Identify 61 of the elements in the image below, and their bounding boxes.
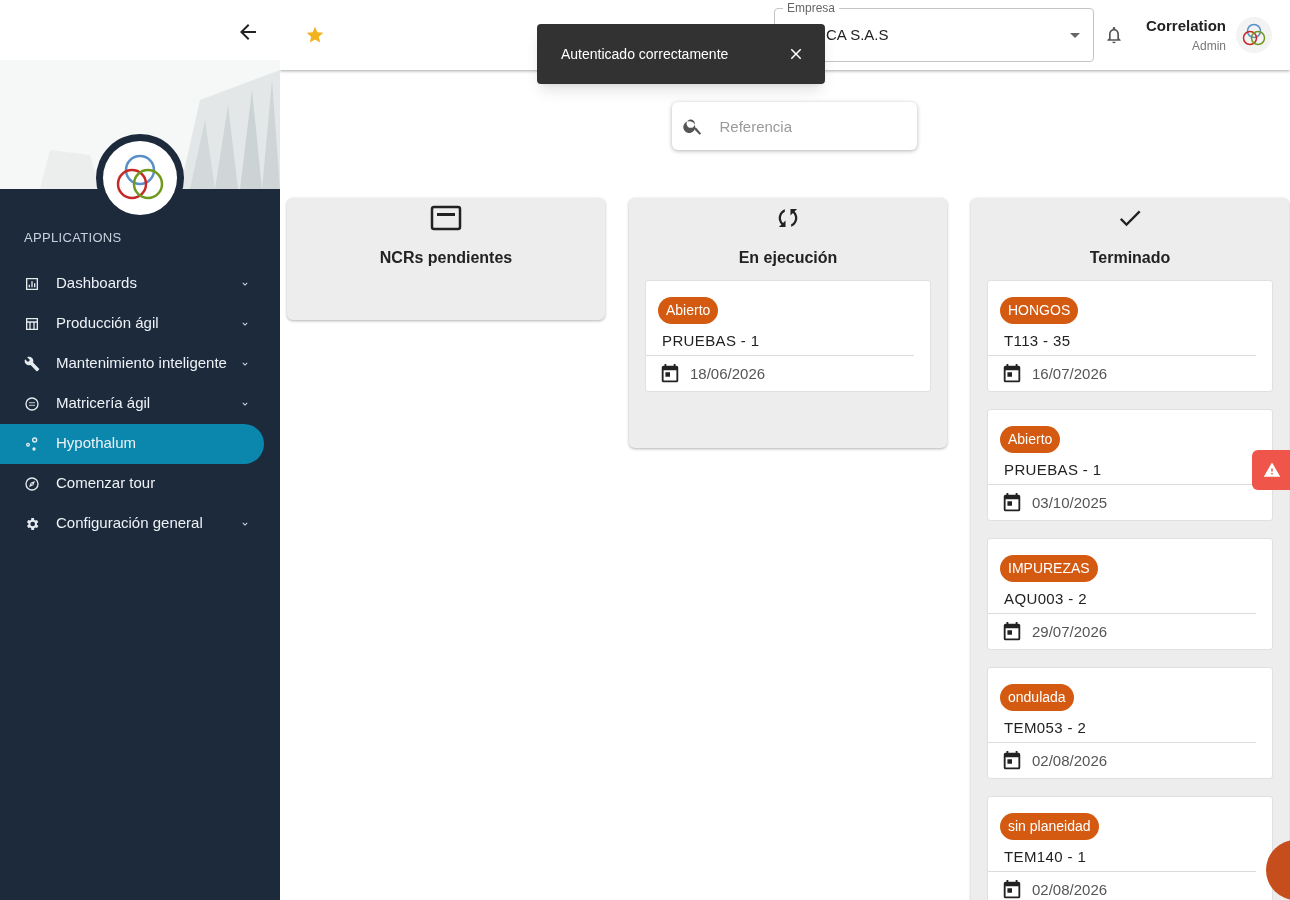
search-field[interactable]: Referencia <box>671 102 917 150</box>
ncr-card[interactable]: HONGOS T113 - 35 16/07/2026 <box>987 280 1273 392</box>
calendar-icon <box>1001 878 1023 900</box>
note-icon <box>430 204 462 232</box>
reference: TEM140 - 1 <box>1003 847 1088 867</box>
calendar-icon <box>1001 749 1023 772</box>
warning-button[interactable] <box>1252 450 1290 490</box>
status-tag: ondulada <box>1000 684 1074 711</box>
due-date: 02/08/2026 <box>1032 750 1108 771</box>
reference: TEM053 - 2 <box>1003 718 1088 738</box>
bell-icon[interactable] <box>1104 24 1124 46</box>
sidebar-item[interactable]: Comenzar tour <box>0 463 264 504</box>
sidebar-item[interactable]: Hypothalum <box>0 423 264 464</box>
field-value: CA S.A.S <box>826 24 890 45</box>
section-title: APPLICATIONS <box>24 229 123 247</box>
star-icon[interactable] <box>305 25 325 45</box>
calendar-icon <box>1001 491 1023 514</box>
wrench-icon <box>24 355 40 372</box>
status-tag: sin planeidad <box>1000 813 1099 840</box>
ncr-card[interactable]: IMPUREZAS AQU003 - 2 29/07/2026 <box>987 538 1273 650</box>
due-date: 16/07/2026 <box>1032 363 1108 384</box>
calendar-icon <box>1001 362 1023 385</box>
toast-message: Autenticado correctamente <box>561 44 730 64</box>
user-role: Admin <box>1192 38 1226 56</box>
column-title: NCRs pendientes <box>379 248 513 268</box>
sidebar-item[interactable]: Producción ágil <box>0 303 264 344</box>
avatar[interactable] <box>1236 17 1272 53</box>
due-date: 02/08/2026 <box>1032 879 1108 900</box>
column-title: En ejecución <box>738 248 838 268</box>
reference: AQU003 - 2 <box>1003 589 1088 609</box>
ncr-card[interactable]: sin planeidad TEM140 - 1 02/08/2026 <box>987 796 1273 900</box>
ncr-card[interactable]: ondulada TEM053 - 2 02/08/2026 <box>987 667 1273 779</box>
chart-icon <box>24 275 40 292</box>
calendar-icon <box>1001 620 1023 643</box>
due-date: 29/07/2026 <box>1032 621 1108 642</box>
ncr-card[interactable]: Abierto PRUEBAS - 1 18/06/2026 <box>645 280 931 392</box>
reference: T113 - 35 <box>1003 331 1072 351</box>
reference: PRUEBAS - 1 <box>1003 460 1103 480</box>
warning-icon <box>1263 461 1281 479</box>
ncr-card[interactable]: Abierto PRUEBAS - 1 03/10/2025 <box>987 409 1273 521</box>
calendar-icon <box>659 362 681 385</box>
status-tag: Abierto <box>1000 426 1061 453</box>
status-tag: Abierto <box>658 297 719 324</box>
table-icon <box>24 315 40 332</box>
sidebar-item[interactable]: Matricería ágil <box>0 383 264 424</box>
sidebar-item[interactable]: Configuración general <box>0 503 264 544</box>
reference: PRUEBAS - 1 <box>661 331 761 351</box>
sidebar-item[interactable]: Mantenimiento inteligente <box>0 343 264 384</box>
dropdown-caret-icon <box>1070 32 1080 38</box>
due-date: 18/06/2026 <box>690 363 766 384</box>
sidebar-item[interactable]: Dashboards <box>0 263 264 304</box>
column-title: Terminado <box>1089 248 1171 268</box>
settings-icon <box>24 515 40 532</box>
status-tag: IMPUREZAS <box>1000 555 1098 582</box>
compass-icon <box>24 475 40 492</box>
due-date: 03/10/2025 <box>1032 492 1108 513</box>
field-label: Empresa <box>783 1 839 15</box>
status-tag: HONGOS <box>1000 297 1079 324</box>
globe-icon <box>24 395 40 412</box>
user-name: Correlation <box>1146 15 1226 36</box>
bubbles-icon <box>24 435 40 452</box>
